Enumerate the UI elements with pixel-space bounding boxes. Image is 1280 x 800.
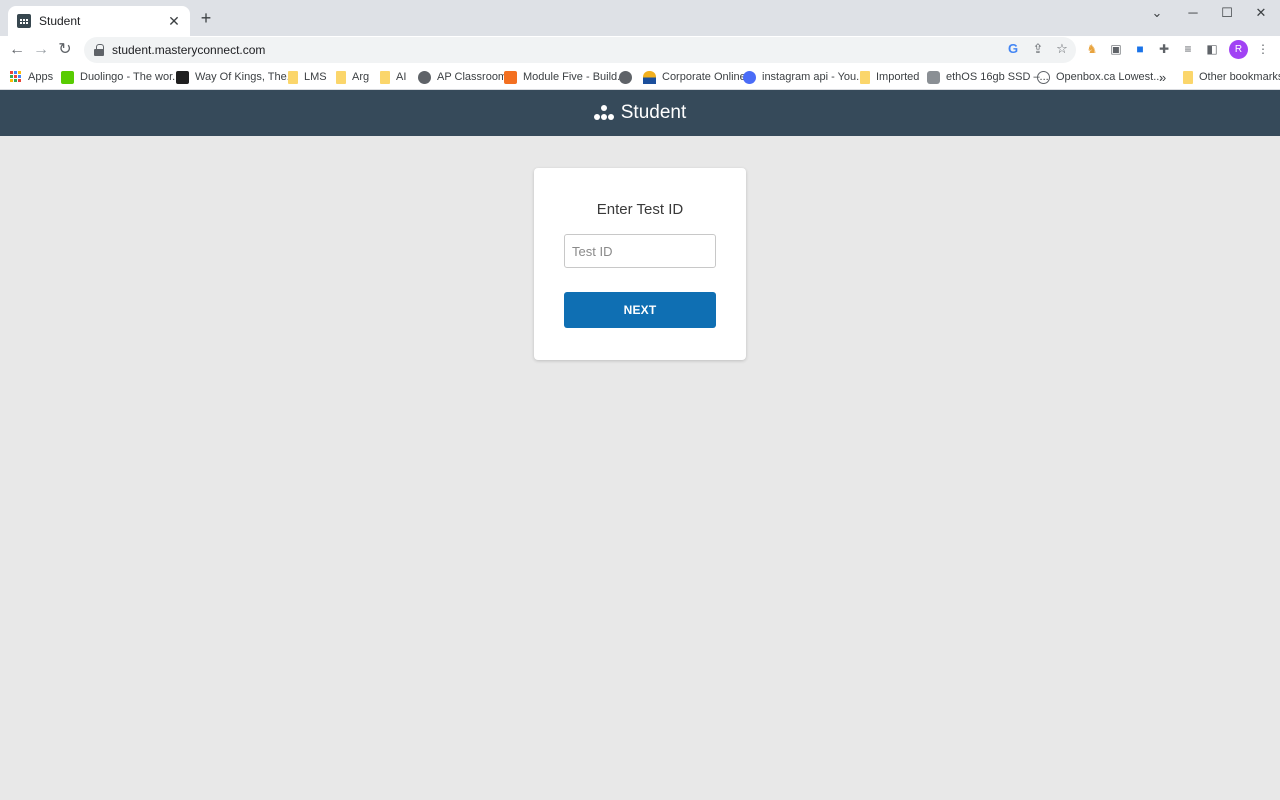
brand: Student xyxy=(593,102,687,124)
extension-fox-icon[interactable]: ♞ xyxy=(1084,41,1100,57)
bookmark-label: Duolingo - The wor... xyxy=(80,71,182,83)
extension-square-icon[interactable]: ■ xyxy=(1132,41,1148,57)
bookmark-folder-lms[interactable]: LMS xyxy=(288,68,327,86)
bookmark-label: LMS xyxy=(304,71,327,83)
cube-icon xyxy=(504,70,517,84)
apps-grid-icon xyxy=(10,71,22,83)
folder-icon xyxy=(860,70,870,84)
new-tab-button[interactable]: + xyxy=(197,9,215,27)
bookmark-ethos[interactable]: ethOS 16gb SSD –... xyxy=(927,68,1049,86)
url-text[interactable]: student.masteryconnect.com xyxy=(112,43,265,57)
tab-search-button[interactable]: ⌄ xyxy=(1142,4,1172,22)
reload-icon[interactable]: ↻ xyxy=(54,39,76,61)
masteryconnect-favicon-icon xyxy=(17,14,31,28)
back-arrow-icon[interactable]: ← xyxy=(6,39,28,61)
bookmark-duolingo[interactable]: Duolingo - The wor... xyxy=(61,68,181,86)
bank-icon xyxy=(643,70,656,84)
maximize-button[interactable]: ☐ xyxy=(1212,4,1242,22)
bookmark-label: Module Five - Build... xyxy=(523,71,627,83)
tab-close-icon[interactable]: ✕ xyxy=(166,13,182,30)
bookmark-label: Other bookmarks xyxy=(1199,71,1280,83)
bookmark-label: Imported xyxy=(876,71,920,83)
test-id-card: Enter Test ID NEXT xyxy=(534,168,746,360)
bookmark-way-of-kings[interactable]: Way Of Kings, The... xyxy=(176,68,296,86)
forward-arrow-icon[interactable]: → xyxy=(30,39,52,61)
minimize-button[interactable]: ─ xyxy=(1178,4,1208,22)
globe-icon xyxy=(619,70,632,84)
bookmark-other-bookmarks[interactable]: Other bookmarks xyxy=(1183,68,1280,86)
folder-icon xyxy=(380,70,390,84)
bookmark-label: Openbox.ca Lowest... xyxy=(1056,71,1163,83)
bookmark-folder-arg[interactable]: Arg xyxy=(336,68,369,86)
bookmark-instagram-api[interactable]: instagram api - You... xyxy=(743,68,865,86)
test-id-input[interactable] xyxy=(564,234,716,268)
circle-icon xyxy=(743,70,756,84)
bookmark-ap-classroom[interactable]: AP Classroom xyxy=(418,68,507,86)
folder-icon xyxy=(336,70,346,84)
folder-icon xyxy=(1183,70,1193,84)
extensions-puzzle-icon[interactable]: ✚ xyxy=(1156,41,1172,57)
bookmark-openbox[interactable]: Openbox.ca Lowest... xyxy=(1037,68,1162,86)
side-panel-icon[interactable]: ◧ xyxy=(1204,41,1220,57)
bookmark-label: Arg xyxy=(352,71,370,83)
bookmark-label: AI xyxy=(396,71,407,83)
share-icon[interactable]: ⇪ xyxy=(1029,40,1047,58)
drive-icon xyxy=(927,70,940,84)
bookmark-label: Corporate Online xyxy=(662,71,746,83)
bookmark-folder-imported[interactable]: Imported xyxy=(860,68,919,86)
google-lens-icon[interactable]: G xyxy=(1004,40,1022,58)
brand-title: Student xyxy=(620,102,687,123)
tab-title: Student xyxy=(39,14,81,28)
bookmark-module-five[interactable]: Module Five - Build... xyxy=(504,68,626,86)
bookmark-label: Apps xyxy=(28,71,54,83)
bookmark-label: ethOS 16gb SSD –... xyxy=(946,71,1049,83)
extension-screen-icon[interactable]: ▣ xyxy=(1108,41,1124,57)
openbox-icon xyxy=(1037,70,1050,84)
masteryconnect-logo-icon xyxy=(593,105,616,121)
globe-icon xyxy=(418,70,431,84)
book-icon xyxy=(176,70,189,84)
bookmark-globe[interactable] xyxy=(619,68,638,86)
reading-list-icon[interactable]: ≡ xyxy=(1180,41,1196,57)
browser-toolbar: ← → ↻ student.masteryconnect.com G ⇪ ☆ ♞… xyxy=(0,36,1280,64)
bookmark-star-icon[interactable]: ☆ xyxy=(1053,40,1071,58)
bookmark-folder-ai[interactable]: AI xyxy=(380,68,406,86)
browser-tab-student[interactable]: Student ✕ xyxy=(8,6,190,36)
more-bookmarks-chevron-icon[interactable]: » xyxy=(1159,68,1166,86)
bookmark-corporate-online[interactable]: Corporate Online xyxy=(643,68,746,86)
bookmarks-bar: Apps Duolingo - The wor... Way Of Kings,… xyxy=(0,64,1280,90)
duolingo-icon xyxy=(61,70,74,84)
app-header: Student xyxy=(0,90,1280,136)
profile-avatar[interactable]: R xyxy=(1229,40,1248,59)
bookmark-apps[interactable]: Apps xyxy=(10,68,53,86)
menu-kebab-icon[interactable]: ⋮ xyxy=(1255,41,1271,57)
next-button[interactable]: NEXT xyxy=(564,292,716,328)
bookmark-label: Way Of Kings, The... xyxy=(195,71,296,83)
bookmark-label: instagram api - You... xyxy=(762,71,866,83)
lock-icon[interactable] xyxy=(94,44,104,56)
browser-titlebar: Student ✕ + ⌄ ─ ☐ ✕ xyxy=(0,0,1280,36)
address-bar[interactable]: student.masteryconnect.com xyxy=(84,37,1076,63)
close-window-button[interactable]: ✕ xyxy=(1246,4,1276,22)
folder-icon xyxy=(288,70,298,84)
bookmark-label: AP Classroom xyxy=(437,71,508,83)
card-title: Enter Test ID xyxy=(596,201,684,218)
